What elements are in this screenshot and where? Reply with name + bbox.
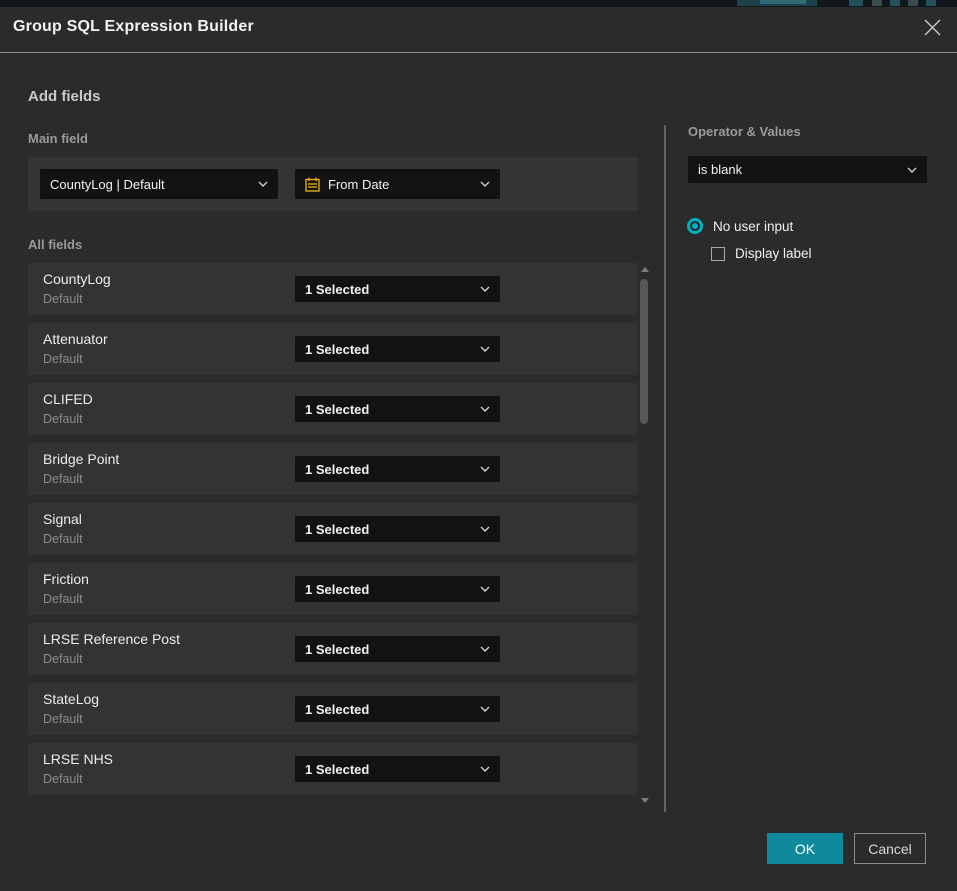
all-fields-label: All fields <box>28 237 82 252</box>
chevron-down-icon <box>480 526 490 532</box>
main-field-field-value: From Date <box>328 177 389 192</box>
background-sliver-mark <box>926 0 936 6</box>
group-sql-expression-builder-dialog: Group SQL Expression Builder Add fields … <box>0 7 957 891</box>
field-subtitle: Default <box>43 532 83 546</box>
cancel-button[interactable]: Cancel <box>854 833 926 864</box>
field-subtitle: Default <box>43 652 83 666</box>
operator-dropdown[interactable]: is blank <box>688 156 927 183</box>
operator-values-heading: Operator & Values <box>688 124 801 139</box>
field-subtitle: Default <box>43 412 83 426</box>
field-row: Friction Default 1 Selected <box>28 563 638 615</box>
all-fields-scrollbar[interactable] <box>639 263 651 805</box>
vertical-divider <box>664 125 666 812</box>
field-selected-dropdown[interactable]: 1 Selected <box>295 696 500 722</box>
close-button[interactable] <box>921 19 943 41</box>
field-selected-value: 1 Selected <box>305 282 369 297</box>
chevron-down-icon <box>480 286 490 292</box>
field-selected-value: 1 Selected <box>305 342 369 357</box>
x-icon <box>924 19 941 41</box>
background-sliver-mark <box>849 0 863 6</box>
chevron-down-icon <box>480 766 490 772</box>
field-selected-dropdown[interactable]: 1 Selected <box>295 276 500 302</box>
display-label-checkbox[interactable]: Display label <box>711 246 812 261</box>
add-fields-heading: Add fields <box>28 88 101 105</box>
no-user-input-radio[interactable]: No user input <box>687 218 793 234</box>
operator-value: is blank <box>698 162 742 177</box>
field-row: Attenuator Default 1 Selected <box>28 323 638 375</box>
field-selected-dropdown[interactable]: 1 Selected <box>295 396 500 422</box>
scroll-down-icon[interactable] <box>641 798 649 803</box>
background-app-sliver <box>0 0 957 7</box>
scroll-up-icon[interactable] <box>641 267 649 272</box>
field-row: Bridge Point Default 1 Selected <box>28 443 638 495</box>
field-name: Signal <box>43 511 82 527</box>
chevron-down-icon <box>480 586 490 592</box>
calendar-icon <box>305 177 320 192</box>
field-name: CLIFED <box>43 391 93 407</box>
background-sliver-text <box>760 0 806 4</box>
field-row: LRSE Reference Post Default 1 Selected <box>28 623 638 675</box>
scrollbar-thumb[interactable] <box>640 279 648 424</box>
main-field-panel: CountyLog | Default From Date <box>28 157 638 211</box>
background-sliver-mark <box>890 0 900 6</box>
field-selected-dropdown[interactable]: 1 Selected <box>295 576 500 602</box>
field-name: LRSE NHS <box>43 751 113 767</box>
field-subtitle: Default <box>43 772 83 786</box>
chevron-down-icon <box>480 406 490 412</box>
field-name: StateLog <box>43 691 99 707</box>
field-selected-dropdown[interactable]: 1 Selected <box>295 336 500 362</box>
background-sliver-mark <box>908 0 918 6</box>
main-field-label: Main field <box>28 131 88 146</box>
all-fields-list: CountyLog Default 1 Selected Attenuator … <box>28 263 638 795</box>
field-selected-dropdown[interactable]: 1 Selected <box>295 516 500 542</box>
dialog-header: Group SQL Expression Builder <box>0 7 957 53</box>
checkbox-unchecked-icon <box>711 247 725 261</box>
field-selected-value: 1 Selected <box>305 762 369 777</box>
display-label-label: Display label <box>735 246 812 261</box>
field-selected-dropdown[interactable]: 1 Selected <box>295 756 500 782</box>
field-row: LRSE NHS Default 1 Selected <box>28 743 638 795</box>
field-name: Bridge Point <box>43 451 119 467</box>
field-selected-value: 1 Selected <box>305 402 369 417</box>
field-row: StateLog Default 1 Selected <box>28 683 638 735</box>
field-subtitle: Default <box>43 712 83 726</box>
field-row: CLIFED Default 1 Selected <box>28 383 638 435</box>
chevron-down-icon <box>480 466 490 472</box>
main-field-field-dropdown[interactable]: From Date <box>295 169 500 199</box>
ok-button[interactable]: OK <box>767 833 843 864</box>
radio-selected-icon <box>687 218 703 234</box>
main-field-source-value: CountyLog | Default <box>50 177 165 192</box>
field-selected-dropdown[interactable]: 1 Selected <box>295 636 500 662</box>
field-row: CountyLog Default 1 Selected <box>28 263 638 315</box>
chevron-down-icon <box>480 346 490 352</box>
field-name: Friction <box>43 571 89 587</box>
field-selected-dropdown[interactable]: 1 Selected <box>295 456 500 482</box>
main-field-source-dropdown[interactable]: CountyLog | Default <box>40 169 278 199</box>
dialog-title: Group SQL Expression Builder <box>13 18 254 36</box>
field-selected-value: 1 Selected <box>305 642 369 657</box>
field-selected-value: 1 Selected <box>305 462 369 477</box>
field-name: CountyLog <box>43 271 111 287</box>
field-name: Attenuator <box>43 331 108 347</box>
background-sliver-mark <box>872 0 882 6</box>
field-selected-value: 1 Selected <box>305 522 369 537</box>
field-selected-value: 1 Selected <box>305 702 369 717</box>
chevron-down-icon <box>258 181 268 187</box>
field-name: LRSE Reference Post <box>43 631 180 647</box>
field-selected-value: 1 Selected <box>305 582 369 597</box>
chevron-down-icon <box>480 706 490 712</box>
field-subtitle: Default <box>43 352 83 366</box>
chevron-down-icon <box>480 181 490 187</box>
field-subtitle: Default <box>43 292 83 306</box>
field-row: Signal Default 1 Selected <box>28 503 638 555</box>
chevron-down-icon <box>480 646 490 652</box>
no-user-input-label: No user input <box>713 219 793 234</box>
chevron-down-icon <box>907 167 917 173</box>
field-subtitle: Default <box>43 472 83 486</box>
field-subtitle: Default <box>43 592 83 606</box>
